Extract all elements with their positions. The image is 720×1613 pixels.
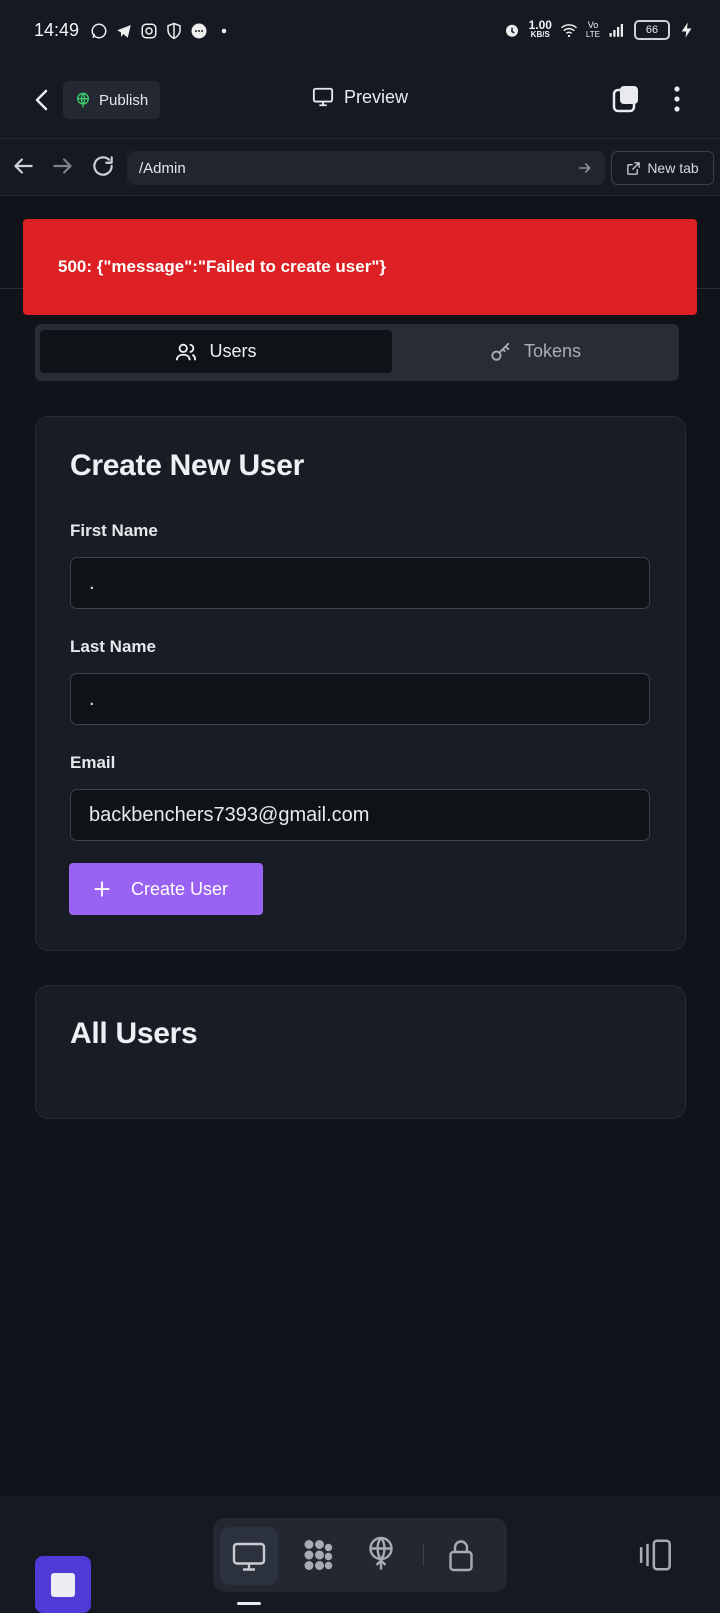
create-user-button-label: Create User [131,878,229,899]
desktop-icon [232,1542,266,1571]
nav-forward-icon[interactable] [50,153,76,179]
notification-icons [90,22,233,40]
view-mode-group [213,1518,507,1592]
all-users-title: All Users [70,1017,198,1050]
more-options-icon[interactable] [662,84,692,114]
back-arrow-icon[interactable] [26,84,58,116]
battery-level: 66 [634,20,670,40]
instagram-icon [141,23,157,39]
status-time: 14:49 [34,20,80,40]
users-icon [176,343,197,360]
first-name-value: . [89,571,95,594]
message-bubble-icon [191,23,207,39]
url-toolbar: /Admin New tab [0,139,720,196]
network-speed-unit: KB/S [530,30,550,39]
first-name-label: First Name [70,521,158,540]
alarm-icon [505,24,518,37]
preview-label: Preview [344,86,409,107]
charging-icon [681,22,692,38]
divider [697,288,720,289]
email-field[interactable]: backbenchers7393@gmail.com [70,789,650,841]
tab-tokens-label: Tokens [523,341,582,361]
email-value: backbenchers7393@gmail.com [89,803,370,826]
plus-icon [94,881,110,897]
create-user-title: Create New User [70,449,304,482]
tab-users-label: Users [209,341,257,361]
all-users-card: All Users [35,985,686,1119]
publish-label: Publish [99,91,149,109]
first-name-field[interactable]: . [70,557,650,609]
network-speed-value: 1.00 [528,18,552,32]
dot-icon [221,28,227,34]
divider [0,288,23,289]
preview-toggle[interactable]: Preview [312,86,408,108]
error-message: 500: {"message":"Failed to create user"} [58,257,386,276]
wifi-icon [560,24,577,38]
create-user-button[interactable]: Create User [69,863,263,915]
whatsapp-icon [91,23,107,39]
reload-icon[interactable] [90,153,116,179]
volte-top: Vo [587,20,599,30]
email-label: Email [70,753,116,772]
admin-tabs: Users Tokens [35,324,679,381]
tab-users[interactable]: Users [40,330,392,373]
publish-button[interactable]: Publish [63,81,160,119]
app-bar: Publish Preview [0,64,720,139]
shield-icon [167,22,181,40]
bottom-toolbar [0,1496,720,1613]
url-text: /Admin [139,159,186,177]
monitor-icon [312,87,334,107]
globe-publish-icon[interactable] [363,1535,399,1571]
new-tab-label: New tab [647,160,699,176]
divider [423,1544,424,1566]
side-panel-icon[interactable] [638,1536,676,1574]
nav-back-icon[interactable] [10,153,36,179]
new-tab-button[interactable]: New tab [611,151,714,185]
telegram-icon [117,25,131,38]
last-name-value: . [89,687,95,710]
stop-icon [51,1573,75,1597]
home-indicator [237,1602,261,1605]
lock-icon[interactable] [443,1537,479,1573]
external-link-icon [627,161,641,175]
tab-tokens[interactable]: Tokens [397,330,674,373]
publish-globe-icon [77,92,89,108]
error-toast: 500: {"message":"Failed to create user"} [23,219,697,315]
volte-bottom: LTE [585,30,600,39]
volte-indicator: Vo LTE [586,20,600,40]
url-input[interactable]: /Admin [127,151,605,185]
code-blocks-icon[interactable] [300,1537,336,1573]
system-icons: 1.00 KB/S Vo LTE 66 [503,18,696,40]
key-icon [491,342,510,361]
signal-icon [609,24,623,37]
preview-mode-button[interactable] [220,1527,278,1585]
status-bar: 14:49 1.00 KB/S Vo LTE 66 [0,0,720,64]
stop-button[interactable] [35,1556,91,1613]
network-speed: 1.00 KB/S [528,18,552,40]
last-name-field[interactable]: . [70,673,650,725]
go-arrow-icon[interactable] [577,160,593,176]
last-name-label: Last Name [70,637,156,656]
tabs-switcher-icon[interactable] [611,84,641,114]
